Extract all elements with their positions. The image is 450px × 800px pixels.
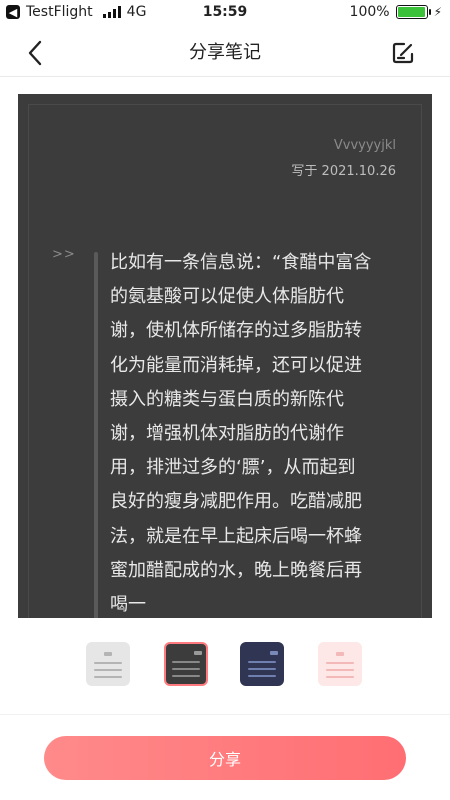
status-right: 100% ⚡ — [350, 4, 442, 20]
theme-dark[interactable] — [164, 642, 208, 686]
battery-percent: 100% — [349, 4, 390, 20]
bottom-panel: 分享 — [0, 618, 450, 800]
battery-icon — [395, 5, 431, 19]
status-bar: ◀ TestFlight 4G 15:59 100% ⚡ — [0, 0, 450, 26]
theme-selector — [86, 642, 366, 692]
quote-bar — [94, 252, 98, 624]
share-button[interactable]: 分享 — [44, 736, 406, 780]
divider — [0, 714, 450, 715]
nav-bar: 分享笔记 — [0, 26, 450, 77]
page-title: 分享笔记 — [189, 42, 261, 63]
note-author: Vvvyyyjkl — [333, 138, 396, 153]
note-preview-card: Vvvyyyjkl 写于 2021.10.26 >> 比如有一条信息说：“食醋中… — [18, 94, 432, 624]
theme-navy[interactable] — [240, 642, 284, 686]
note-date: 写于 2021.10.26 — [291, 164, 396, 179]
edit-icon[interactable] — [390, 40, 416, 66]
charging-icon: ⚡ — [433, 5, 442, 19]
theme-pink[interactable] — [318, 642, 362, 686]
quote-mark-icon: >> — [52, 247, 76, 262]
note-content: 比如有一条信息说：“食醋中富含的氨基酸可以促使人体脂肪代谢，使机体所储存的过多脂… — [110, 252, 372, 616]
theme-light-gray[interactable] — [86, 642, 130, 686]
